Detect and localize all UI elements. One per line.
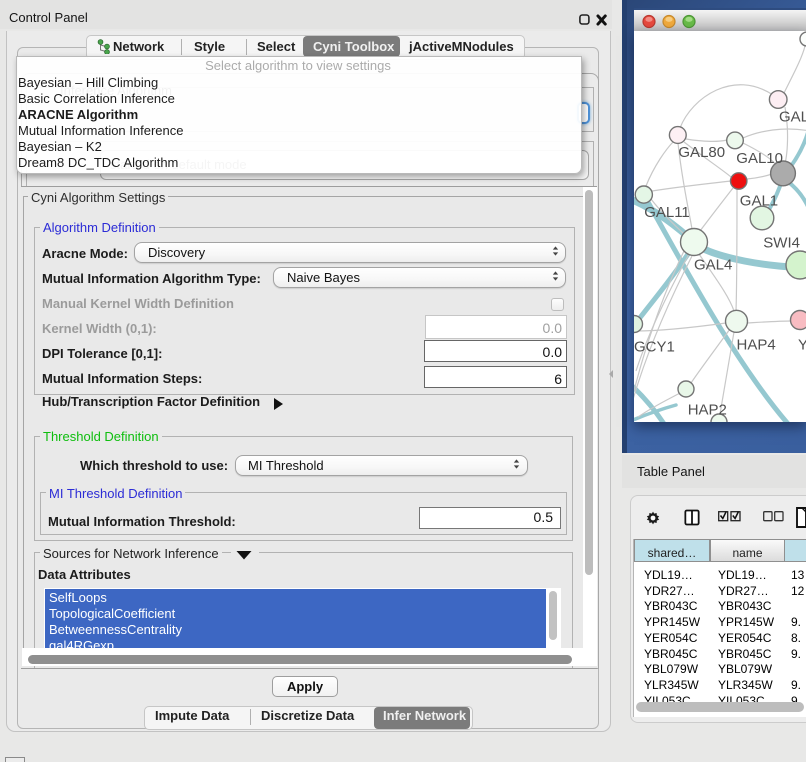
svg-text:GAL4: GAL4	[694, 256, 732, 273]
svg-text:HAP2: HAP2	[688, 401, 727, 418]
svg-text:GAL2: GAL2	[779, 109, 806, 126]
svg-text:Y: Y	[798, 337, 806, 354]
svg-text:SWI4: SWI4	[763, 234, 800, 251]
svg-text:GAL11: GAL11	[644, 204, 690, 221]
svg-text:HAP4: HAP4	[737, 337, 776, 354]
svg-text:GAL10: GAL10	[736, 150, 783, 167]
svg-text:GCY1: GCY1	[634, 338, 675, 355]
svg-text:GAL1: GAL1	[740, 192, 778, 209]
svg-text:GAL80: GAL80	[678, 144, 725, 161]
